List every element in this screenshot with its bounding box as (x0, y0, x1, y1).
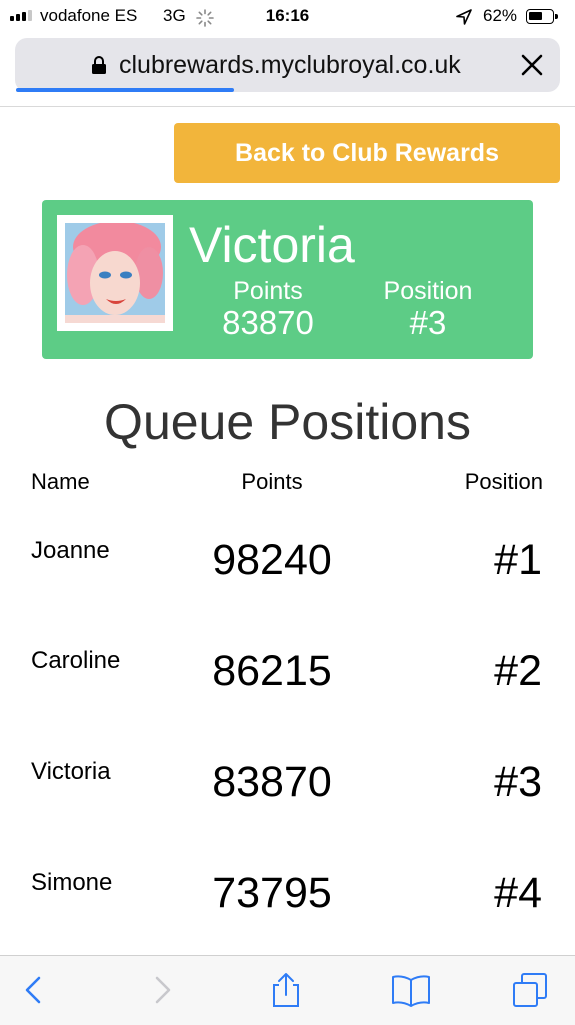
divider (0, 106, 575, 107)
row-name: Simone (31, 869, 113, 896)
column-header-name: Name (31, 469, 90, 494)
row-position: #3 (494, 758, 542, 806)
row-position: #1 (494, 536, 542, 584)
share-icon[interactable] (268, 972, 304, 1008)
back-arrow-icon[interactable] (16, 972, 52, 1008)
url-text[interactable]: clubrewards.myclubroyal.co.uk (119, 51, 461, 80)
row-position: #4 (494, 869, 542, 917)
column-header-points: Points (241, 469, 303, 494)
battery-icon (526, 9, 558, 24)
points-value: 83870 (222, 304, 314, 341)
position-label: Position (383, 277, 473, 305)
position-stat: Position #3 (358, 277, 498, 341)
profile-card: Victoria Points 83870 Position #3 (42, 200, 533, 359)
address-bar[interactable]: clubrewards.myclubroyal.co.uk (15, 38, 560, 92)
lock-icon (92, 56, 106, 74)
profile-name: Victoria (189, 217, 355, 273)
row-points: 86215 (212, 647, 332, 695)
points-stat: Points 83870 (198, 277, 338, 341)
browser-toolbar (0, 955, 575, 1025)
tabs-icon[interactable] (512, 972, 548, 1008)
row-points: 83870 (212, 758, 332, 806)
avatar-frame (57, 215, 173, 331)
row-name: Caroline (31, 647, 121, 674)
column-header-position: Position (464, 469, 543, 494)
page-load-progress (16, 88, 234, 92)
status-bar: vodafone ES 3G 16:16 62% (0, 0, 575, 36)
back-to-club-rewards-button[interactable]: Back to Club Rewards (174, 123, 560, 183)
row-name: Victoria (31, 758, 111, 785)
close-icon[interactable] (519, 52, 545, 78)
battery-percent: 62% (483, 6, 518, 25)
position-value: #3 (409, 304, 447, 341)
location-arrow-icon (456, 9, 472, 25)
avatar (65, 223, 165, 323)
forward-arrow-icon[interactable] (144, 972, 180, 1008)
bookmarks-icon[interactable] (390, 972, 432, 1008)
page-title: Queue Positions (104, 394, 471, 450)
row-position: #2 (494, 647, 542, 695)
points-label: Points (233, 277, 303, 305)
row-name: Joanne (31, 537, 110, 564)
row-points: 73795 (212, 869, 332, 917)
row-points: 98240 (212, 536, 332, 584)
